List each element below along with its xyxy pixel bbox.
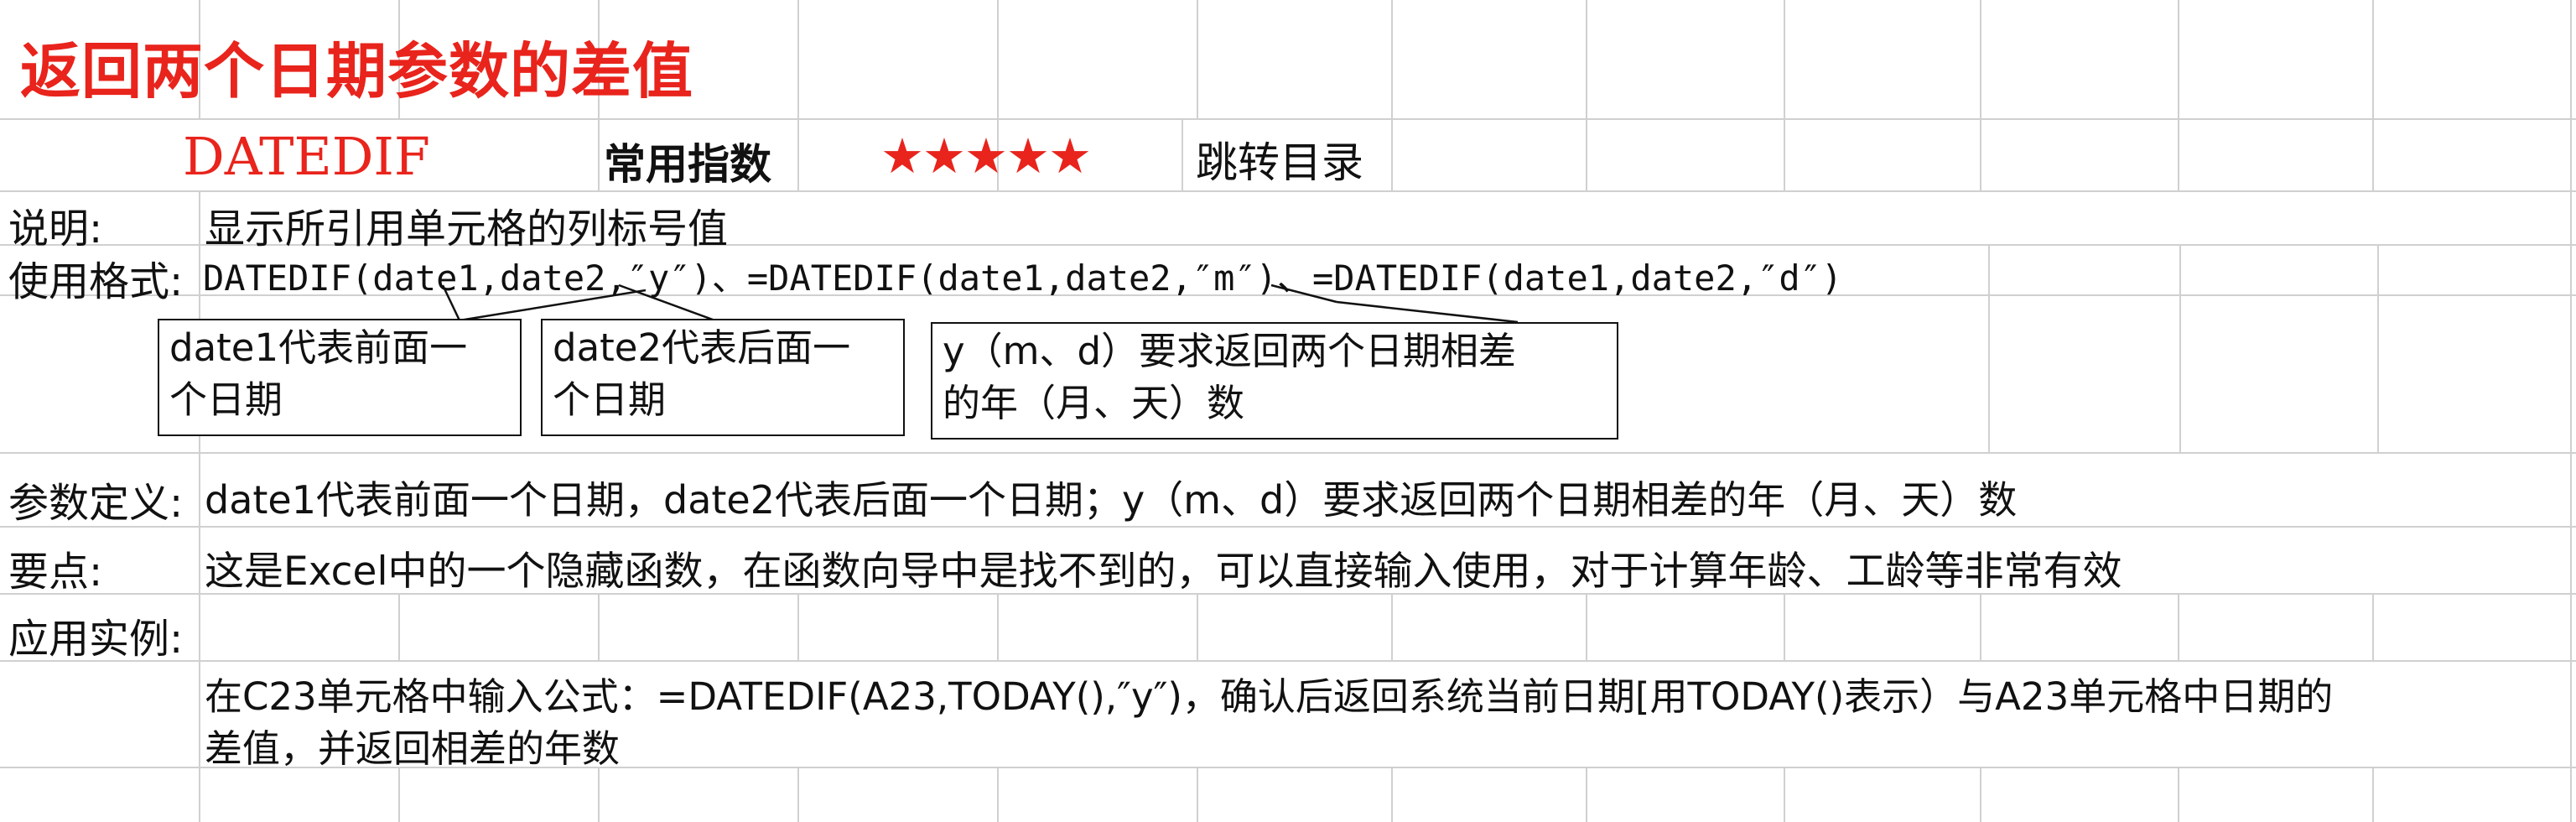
example-label: 应用实例:: [8, 616, 184, 663]
params-text: date1代表前面一个日期，date2代表后面一个日期；y（m、d）要求返回两个…: [205, 477, 2018, 523]
callout-date1-line2: 个日期: [169, 377, 283, 422]
jump-to-directory-link[interactable]: 跳转目录: [1196, 129, 1363, 190]
example-line2: 差值，并返回相差的年数: [205, 726, 621, 771]
callout-unit: y（m、d）要求返回两个日期相差 的年（月、天）数: [931, 322, 1618, 440]
format-syntax: DATEDIF(date1,date2,″y″)、=DATEDIF(date1,…: [203, 258, 1843, 299]
callout-date1: date1代表前面一 个日期: [158, 319, 522, 436]
description-text: 显示所引用单元格的列标号值: [205, 206, 729, 252]
rating-stars: ★★★★★: [880, 127, 1092, 185]
function-name: DATEDIF: [183, 126, 430, 187]
description-label: 说明:: [8, 206, 103, 252]
callout-date2-line1: date2代表后面一: [553, 325, 851, 370]
callout-unit-line2: 的年（月、天）数: [943, 381, 1245, 425]
notes-label: 要点:: [8, 549, 103, 596]
example-line1: 在C23单元格中输入公式：=DATEDIF(A23,TODAY(),″y″)，确…: [205, 674, 2334, 719]
callout-date2-line2: 个日期: [553, 377, 667, 422]
callout-date1-line1: date1代表前面一: [169, 325, 468, 370]
callout-unit-line1: y（m、d）要求返回两个日期相差: [943, 329, 1517, 373]
callout-date2: date2代表后面一 个日期: [541, 319, 905, 436]
notes-text: 这是Excel中的一个隐藏函数，在函数向导中是找不到的，可以直接输入使用，对于计…: [205, 549, 2122, 595]
page-title: 返回两个日期参数的差值: [20, 36, 694, 107]
format-label: 使用格式:: [8, 258, 184, 305]
params-label: 参数定义:: [8, 480, 184, 527]
usage-index-label: 常用指数: [604, 140, 771, 189]
